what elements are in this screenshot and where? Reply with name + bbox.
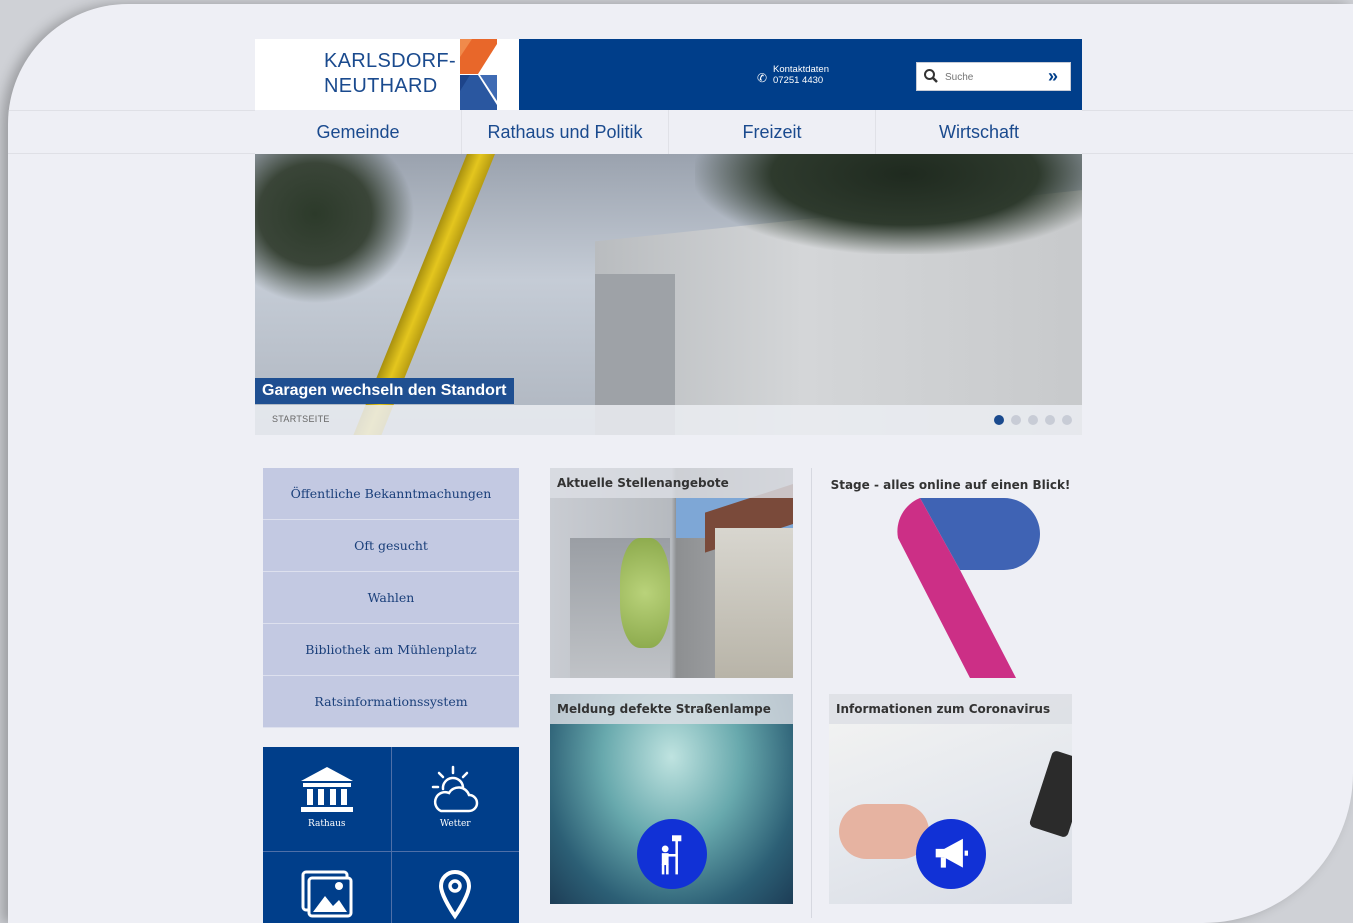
browser-frame: KARLSDORF- NEUTHARD ✆ Kontaktdaten 07251… — [8, 4, 1353, 923]
header-bar: ✆ Kontaktdaten 07251 4430 » — [519, 39, 1082, 110]
slider-dots — [994, 415, 1072, 425]
menu-item-bibliothek[interactable]: Bibliothek am Mühlenplatz — [263, 624, 519, 676]
gallery-icon — [301, 870, 353, 918]
card-coronavirus[interactable]: Informationen zum Coronavirus — [829, 694, 1072, 904]
slider-dot[interactable] — [1062, 415, 1072, 425]
icon-tiles: Rathaus Wetter — [263, 747, 519, 923]
hero-image-branches — [695, 154, 1082, 254]
menu-item-wahlen[interactable]: Wahlen — [263, 572, 519, 624]
tile-label: Wetter — [439, 819, 471, 829]
menu-item-oft-gesucht[interactable]: Oft gesucht — [263, 520, 519, 572]
breadcrumb[interactable]: STARTSEITE — [272, 414, 330, 424]
image-phone — [1028, 749, 1072, 839]
megaphone-badge — [915, 819, 986, 889]
card-stellenangebote[interactable]: Aktuelle Stellenangebote — [550, 468, 793, 678]
card-image — [550, 468, 793, 678]
logo-line2: NEUTHARD — [324, 75, 438, 97]
street-lamp-badge — [636, 819, 707, 889]
logo-line1: KARLSDORF- — [324, 50, 456, 72]
menu-item-bekanntmachungen[interactable]: Öffentliche Bekanntmachungen — [263, 468, 519, 520]
card-title: Meldung defekte Straßenlampe — [550, 694, 793, 724]
hero-strip: STARTSEITE — [255, 405, 1082, 435]
image-building — [715, 528, 793, 678]
main-nav: Gemeinde Rathaus und Politik Freizeit Wi… — [255, 110, 1082, 154]
nav-item-freizeit[interactable]: Freizeit — [669, 110, 876, 154]
site-container: KARLSDORF- NEUTHARD ✆ Kontaktdaten 07251… — [255, 39, 1082, 923]
weather-icon — [432, 765, 479, 813]
hero-slider[interactable]: Garagen wechseln den Standort STARTSEITE — [255, 154, 1082, 435]
nav-item-rathaus-und-politik[interactable]: Rathaus und Politik — [462, 110, 669, 154]
location-pin-icon — [439, 870, 472, 920]
search-input[interactable] — [945, 69, 1040, 85]
hero-caption[interactable]: Garagen wechseln den Standort — [255, 378, 514, 404]
contact-info[interactable]: ✆ Kontaktdaten 07251 4430 — [757, 64, 829, 86]
search-box: » — [916, 62, 1071, 91]
slider-dot[interactable] — [1011, 415, 1021, 425]
image-tree — [620, 538, 670, 648]
main-content: Öffentliche Bekanntmachungen Oft gesucht… — [255, 435, 1082, 923]
slider-dot[interactable] — [994, 415, 1004, 425]
search-submit-button[interactable]: » — [1048, 66, 1058, 87]
card-title: Informationen zum Coronavirus — [829, 694, 1072, 724]
tile-rathaus[interactable]: Rathaus — [263, 747, 391, 851]
hero-image-tree — [255, 154, 415, 304]
quick-links-menu: Öffentliche Bekanntmachungen Oft gesucht… — [263, 468, 519, 728]
street-lamp-icon — [661, 835, 681, 875]
card-title: Stage - alles online auf einen Blick! — [830, 478, 1071, 492]
logo-mark-icon — [460, 39, 497, 110]
nav-item-wirtschaft[interactable]: Wirtschaft — [876, 110, 1082, 154]
tile-gallery[interactable] — [263, 852, 391, 923]
card-strassenlampe[interactable]: Meldung defekte Straßenlampe — [550, 694, 793, 904]
contact-label: Kontaktdaten — [773, 64, 829, 75]
divider — [811, 468, 812, 918]
tile-wetter[interactable]: Wetter — [391, 747, 519, 851]
phone-icon: ✆ — [757, 71, 768, 85]
logo[interactable]: KARLSDORF- NEUTHARD — [255, 39, 519, 110]
card-stage[interactable]: Stage - alles online auf einen Blick! — [829, 468, 1072, 678]
megaphone-icon — [935, 838, 968, 868]
site-header: KARLSDORF- NEUTHARD ✆ Kontaktdaten 07251… — [255, 39, 1082, 110]
town-hall-icon — [300, 767, 353, 812]
slider-dot[interactable] — [1045, 415, 1055, 425]
nav-item-gemeinde[interactable]: Gemeinde — [255, 110, 462, 154]
card-title: Aktuelle Stellenangebote — [550, 468, 793, 498]
tile-label: Rathaus — [307, 819, 346, 829]
logo-text: KARLSDORF- NEUTHARD — [324, 49, 456, 99]
contact-phone: 07251 4430 — [773, 75, 824, 86]
slider-dot[interactable] — [1028, 415, 1038, 425]
stage-logo-icon — [897, 498, 1040, 678]
search-icon[interactable] — [923, 68, 939, 84]
menu-item-ratsinformationssystem[interactable]: Ratsinformationssystem — [263, 676, 519, 728]
tile-location[interactable] — [391, 852, 519, 923]
